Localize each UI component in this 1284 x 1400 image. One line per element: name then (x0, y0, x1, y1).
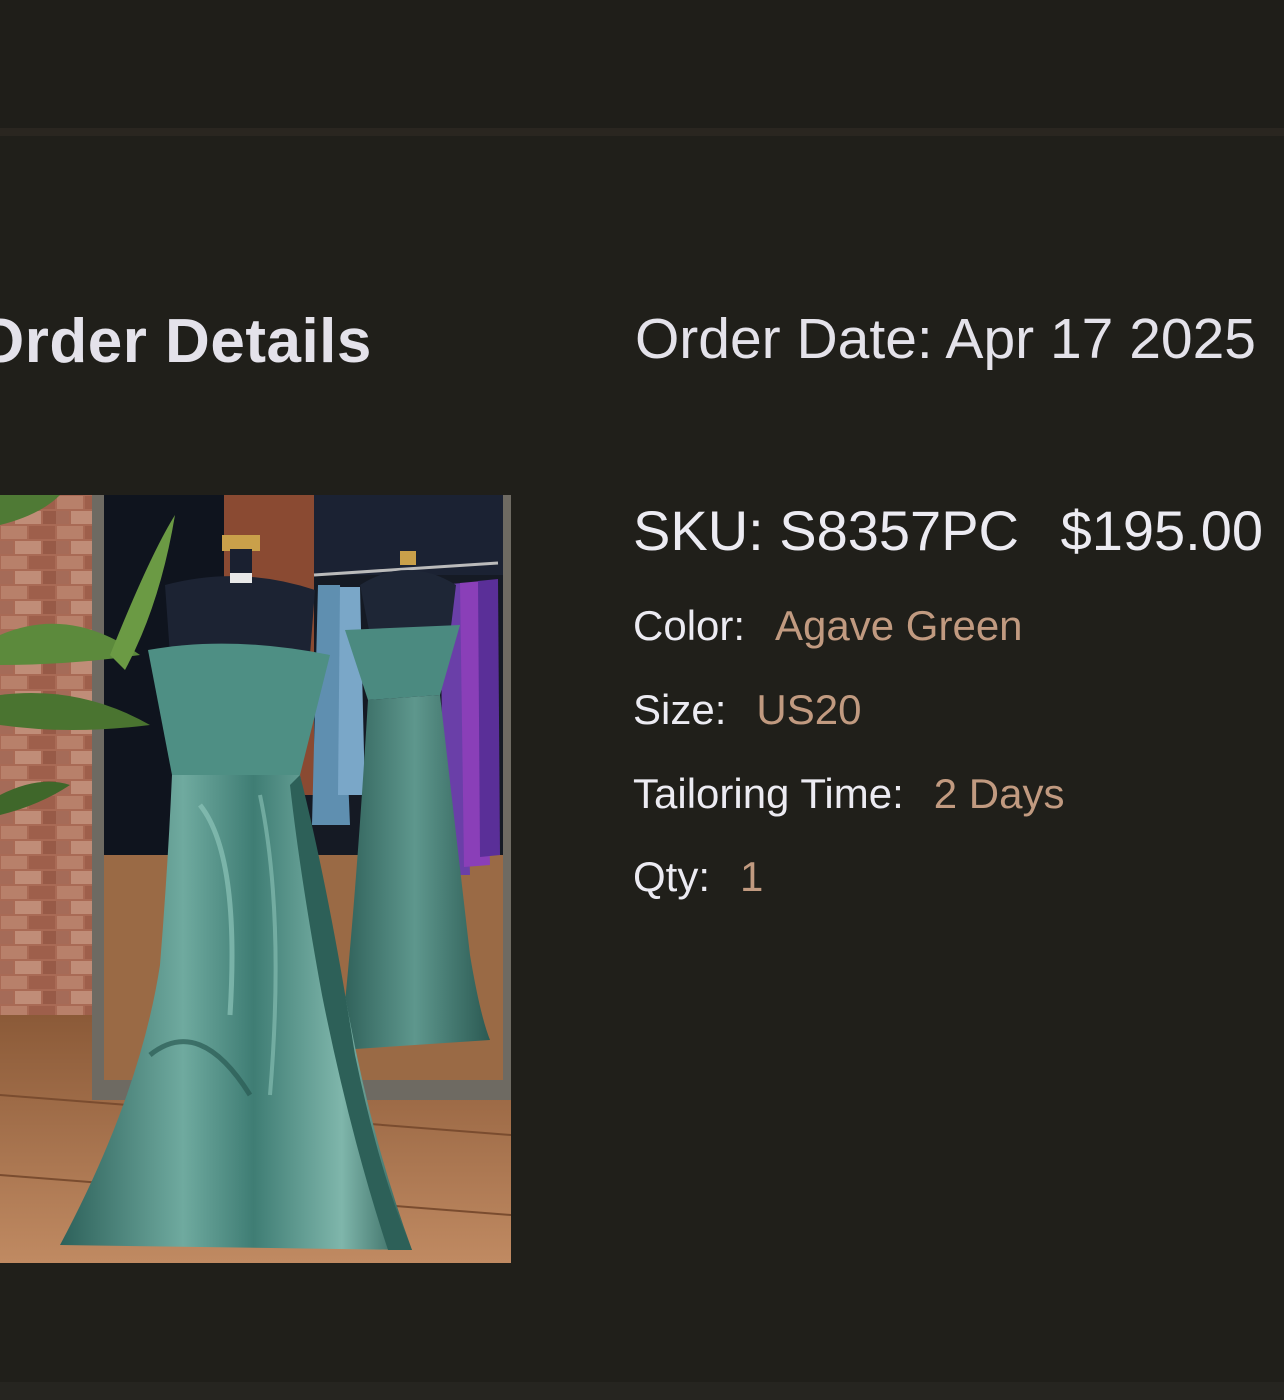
qty-label: Qty: (633, 853, 711, 900)
product-image-drawing (0, 495, 511, 1263)
sku-label: SKU: S8357PC (633, 499, 1019, 562)
detail-row-qty: Qty: 1 (633, 853, 763, 901)
tailoring-time-label: Tailoring Time: (633, 770, 904, 817)
top-divider (0, 128, 1284, 136)
top-bar (0, 0, 1284, 128)
detail-row-color: Color: Agave Green (633, 602, 1023, 650)
detail-row-tailoring-time: Tailoring Time: 2 Days (633, 770, 1064, 818)
price: $195.00 (1060, 499, 1263, 562)
qty-value: 1 (740, 853, 764, 900)
page-title: Order Details (0, 307, 372, 376)
size-label: Size: (633, 686, 727, 733)
detail-row-size: Size: US20 (633, 686, 861, 734)
color-label: Color: (633, 602, 746, 649)
sku-price-row: SKU: S8357PC $195.00 (633, 498, 1263, 563)
bottom-divider (0, 1382, 1284, 1400)
product-image[interactable] (0, 495, 511, 1263)
tailoring-time-value: 2 Days (933, 770, 1065, 817)
color-value: Agave Green (775, 602, 1023, 649)
size-value: US20 (756, 686, 862, 733)
order-date: Order Date: Apr 17 2025 (634, 307, 1256, 371)
